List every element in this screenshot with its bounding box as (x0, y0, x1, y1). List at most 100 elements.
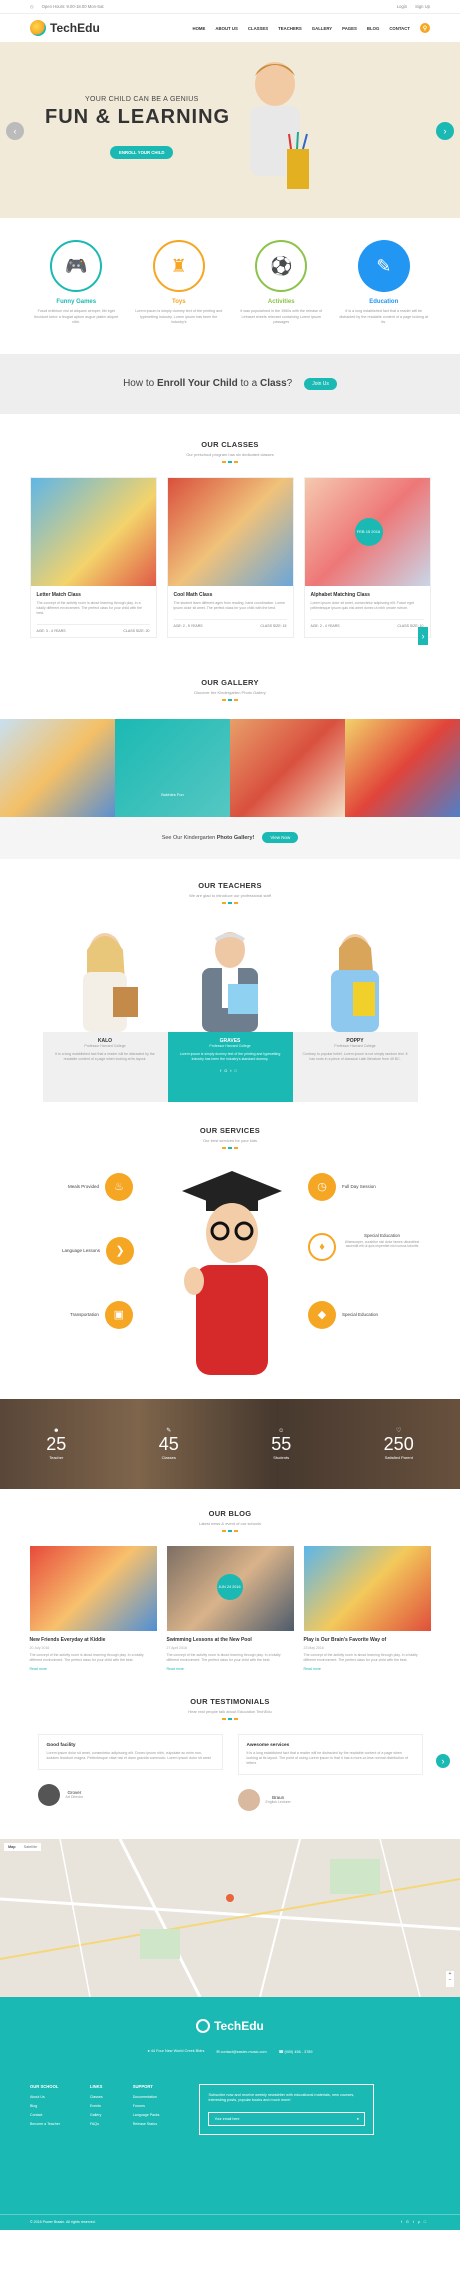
read-more-link[interactable]: Read more (304, 1667, 431, 1671)
service-item: ◆ Special Education (308, 1300, 378, 1329)
footer-link[interactable]: Gallery (90, 2113, 103, 2117)
nav-contact[interactable]: CONTACT (389, 26, 410, 31)
gallery-photo[interactable]: Bubbles Fun (115, 718, 230, 817)
gallery-photo[interactable] (345, 718, 460, 817)
teacher-card[interactable]: POPPY Professor Harvard College Contrary t… (292, 922, 418, 1102)
class-name[interactable]: Letter Match Class (37, 592, 150, 598)
map-tab[interactable]: Map (4, 1843, 20, 1851)
class-card[interactable]: FEB 15 2016 Alphabet Matching Class Lorem … (303, 476, 431, 638)
stat-label: Satisfied Parent (384, 1455, 413, 1460)
login-link[interactable]: Login (397, 4, 407, 9)
header: TechEdu HOME ABOUT US CLASSES TEACHERS G… (0, 14, 460, 42)
top-bar: ◷ Open Hours: 9.00-18.00 Mon-Sat Login Sig… (0, 0, 460, 14)
send-icon[interactable]: ➤ (356, 2117, 359, 2121)
join-us-button[interactable]: Join Us (304, 377, 337, 390)
footer-link[interactable]: Release Status (133, 2122, 160, 2126)
email-text[interactable]: ✉ contact@easter-music.com (216, 2049, 266, 2054)
stat-number: 45 (158, 1434, 179, 1454)
zoom-controls[interactable]: + − (446, 1970, 454, 1987)
nav-about[interactable]: ABOUT US (215, 26, 237, 31)
class-desc: The student learn different ages from re… (173, 600, 286, 610)
nav-blog[interactable]: BLOG (367, 26, 379, 31)
footer-link[interactable]: Contact (30, 2113, 60, 2117)
footer-link[interactable]: Classes (90, 2095, 103, 2099)
logo-text: TechEdu (50, 21, 100, 35)
feature-item: 🎮 Funny Games Fuscil entibium nisi at aliq… (31, 240, 121, 326)
footer-link[interactable]: Events (90, 2104, 103, 2108)
ball-icon: ⚽ (255, 240, 308, 292)
teacher-card[interactable]: GRAVES Professor Harvard College Lorem ips… (167, 922, 293, 1102)
nav-classes[interactable]: CLASSES (248, 26, 268, 31)
footer-link[interactable]: About Us (30, 2095, 60, 2099)
search-icon[interactable]: ⚲ (420, 23, 430, 33)
footer-col: LINKS Classes Events Gallery FAQs (90, 2084, 103, 2135)
testimonials-section: OUR TESTIMONIALS Hear real people talk a… (0, 1671, 460, 1811)
feature-text: It is a long established fact that a rea… (339, 309, 429, 324)
footer-link[interactable]: Blog (30, 2104, 60, 2108)
feature-item: ✎ Education It is a long established fact … (339, 240, 429, 326)
teacher-photo (168, 922, 293, 1032)
footer-link[interactable]: Documentation (133, 2095, 160, 2099)
blog-card[interactable]: Play is Our Brain's Favorite Way of 23 Ma… (303, 1545, 431, 1671)
class-photo (30, 477, 156, 586)
nav-pages[interactable]: PAGES (342, 26, 357, 31)
testimonial-next-button[interactable]: › (436, 1753, 450, 1768)
teacher-bio: It is a long established fact that a rea… (55, 1051, 155, 1061)
feature-text: Lorem ipsum is simply dummy text of the … (135, 309, 223, 324)
classes-next-button[interactable]: › (418, 626, 428, 645)
section-title: OUR GALLERY (201, 677, 259, 687)
nav-home[interactable]: HOME (192, 26, 205, 31)
footer-link[interactable]: Forums (133, 2104, 160, 2108)
service-item: Transportation ▣ (70, 1300, 133, 1329)
class-card[interactable]: Cool Math Class The student learn differe… (166, 476, 294, 638)
google-plus-icon[interactable]: G (406, 2220, 413, 2224)
enroll-child-button[interactable]: ENROLL YOUR CHILD (110, 146, 174, 159)
footer-link[interactable]: Become a Teacher (30, 2122, 60, 2126)
class-card[interactable]: Letter Match Class The concept of the act… (29, 476, 157, 638)
stats-band: ☻ 25 Teacher ✎ 45 Classes ☺ 55 Students ♡ 250 Sa… (0, 1398, 460, 1489)
instagram-icon[interactable]: □ (424, 2220, 430, 2224)
service-label: Special Education (363, 1232, 401, 1238)
gallery-photo[interactable] (230, 718, 345, 817)
stat-label: Students (273, 1454, 290, 1460)
hero-slider: YOUR CHILD CAN BE A GENIUS FUN & LEARNIN… (0, 42, 460, 218)
class-size: CLASS SIZE: 15 (260, 623, 287, 628)
blog-title[interactable]: Play is Our Brain's Favorite Way of (304, 1637, 431, 1643)
footer-link[interactable]: FAQs (90, 2122, 103, 2126)
zoom-out-icon[interactable]: − (446, 1977, 454, 1983)
clock-icon: ◷ (308, 1172, 336, 1201)
blog-title[interactable]: Swimming Lessons at the New Pool (167, 1637, 294, 1643)
footer-logo[interactable]: TechEdu (0, 1997, 460, 2033)
classes-icon: ✎ (166, 1428, 172, 1434)
signup-link[interactable]: Sign Up (415, 4, 430, 9)
newsletter-box: Subscribe now and receive weekly newslet… (199, 2083, 375, 2135)
gallery-photo[interactable] (0, 718, 115, 817)
blog-card[interactable]: JUN 24 2016 Swimming Lessons at the New P… (166, 1545, 294, 1671)
instagram-icon[interactable]: □ (234, 1068, 239, 1073)
meal-icon: ♨ (105, 1172, 134, 1201)
view-now-button[interactable]: View Now (262, 832, 299, 843)
teacher-card[interactable]: KALO Professor Harvard College It is a lon… (42, 922, 168, 1102)
blog-date: 23 May 2016 (303, 1645, 324, 1650)
feature-title: Activities (267, 299, 295, 305)
satellite-tab[interactable]: Satellite (20, 1843, 42, 1851)
read-more-link[interactable]: Read more (30, 1667, 157, 1671)
class-size: CLASS SIZE: 20 (123, 628, 150, 633)
class-name[interactable]: Alphabet Matching Class (311, 592, 424, 598)
hero-prev-button[interactable]: ‹ (6, 122, 24, 140)
newsletter-email-input[interactable]: Your email here ➤ (208, 2111, 366, 2126)
class-name[interactable]: Cool Math Class (174, 592, 287, 598)
location-map[interactable]: Map Satellite + − (0, 1838, 460, 1997)
phone-text[interactable]: ☎ (000) 456 - 3789 (279, 2049, 313, 2054)
testimonial-box: Awesome services It is a long established… (237, 1733, 423, 1775)
blog-excerpt: The concept of the activity room is abou… (303, 1652, 418, 1662)
blog-title[interactable]: New Friends Everyday at Kiddie (30, 1637, 157, 1643)
service-item: Meals Provided ♨ (68, 1172, 134, 1201)
nav-teachers[interactable]: TEACHERS (278, 26, 302, 31)
footer-link[interactable]: Language Packs (133, 2113, 160, 2117)
nav-gallery[interactable]: GALLERY (312, 26, 332, 31)
blog-card[interactable]: New Friends Everyday at Kiddie 20 July 20… (29, 1545, 157, 1671)
hero-next-button[interactable]: › (436, 122, 454, 140)
read-more-link[interactable]: Read more (167, 1667, 294, 1671)
logo[interactable]: TechEdu (30, 20, 100, 36)
